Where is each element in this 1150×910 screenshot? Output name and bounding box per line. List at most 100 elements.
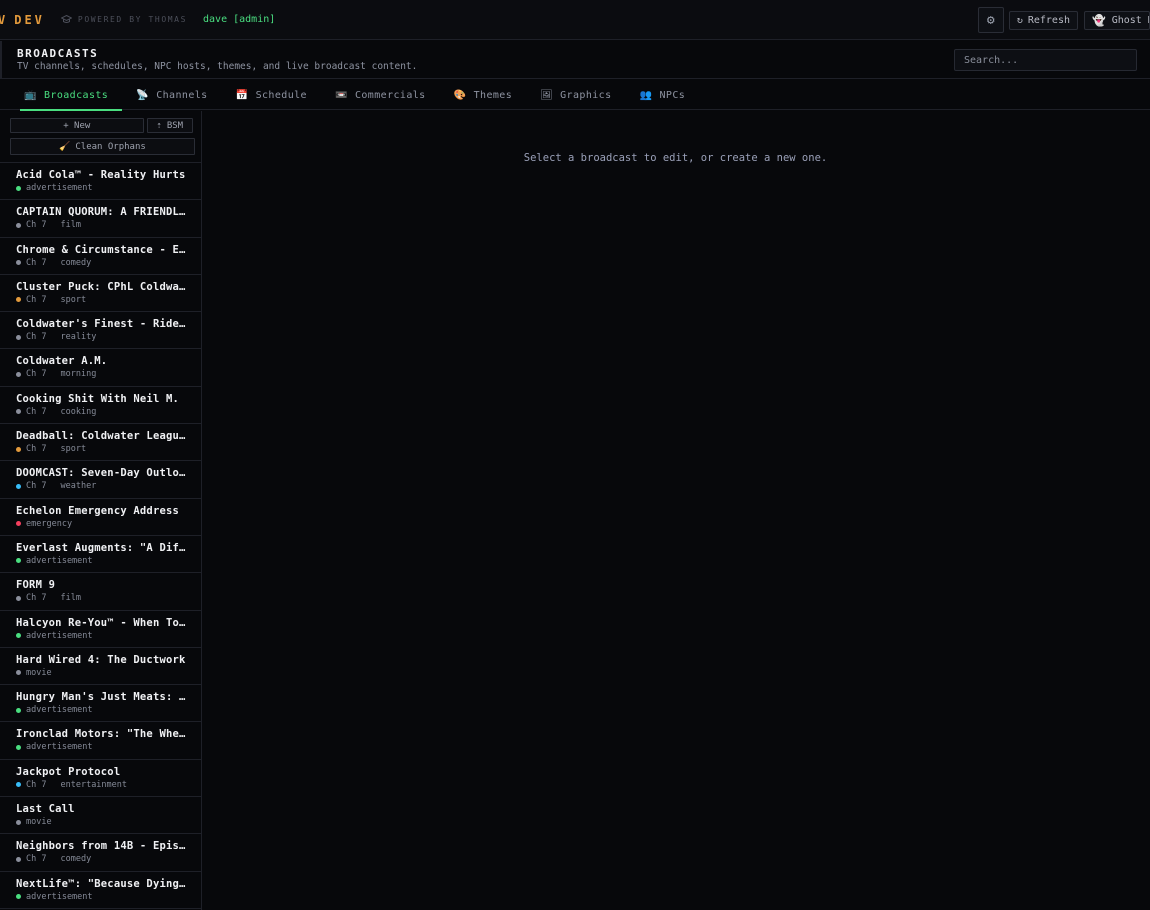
- ghost-mode-button[interactable]: 👻 Ghost M: [1084, 10, 1150, 30]
- broadcast-title: Hard Wired 4: The Ductwork: [16, 653, 186, 666]
- broadcast-genre: movie: [26, 817, 52, 828]
- list-item[interactable]: Hard Wired 4: The Ductwork movie: [0, 648, 201, 686]
- broadcast-channel: Ch 7: [26, 406, 47, 417]
- settings-button[interactable]: ⚙: [977, 7, 1004, 33]
- list-item[interactable]: Chrome & Circumstance - Episode 1Ch 7 com…: [0, 238, 201, 275]
- tab-schedule[interactable]: 📅 Schedule: [222, 80, 321, 110]
- broadcast-genre: movie: [26, 667, 52, 678]
- broadcast-genre: sport: [60, 444, 87, 455]
- new-broadcast-button[interactable]: + New: [10, 118, 144, 133]
- broadcast-channel: Ch 7: [26, 369, 47, 380]
- broadcast-meta: advertisement: [16, 183, 201, 193]
- broadcast-meta: advertisement: [16, 705, 201, 715]
- calendar-icon: 📅: [235, 89, 249, 101]
- powered-by-text: POWERED BY THOMAS: [77, 15, 188, 24]
- broadcast-title: Coldwater A.M.: [16, 355, 108, 368]
- broadcast-genre: advertisement: [26, 891, 93, 902]
- tab-label: Schedule: [255, 89, 307, 101]
- broadcast-genre: emergency: [26, 518, 73, 529]
- tab-npcs[interactable]: 👥 NPCs: [626, 80, 700, 110]
- list-item[interactable]: Neighbors from 14B - Episode 2Ch 7 comedy: [0, 834, 201, 872]
- broadcast-genre: advertisement: [26, 705, 93, 716]
- status-dot: [16, 894, 21, 900]
- list-item[interactable]: Coldwater's Finest - Ride AlongCh 7 reali…: [0, 312, 201, 350]
- broadcast-title: Chrome & Circumstance - Episode 1: [16, 243, 188, 256]
- status-dot: [16, 707, 21, 713]
- broadcast-meta: Ch 7 comedy: [16, 854, 201, 864]
- tab-label: Graphics: [560, 89, 612, 101]
- broadcast-genre: cooking: [60, 406, 97, 417]
- list-item[interactable]: Ironclad Motors: "The Wheel" advertisemen…: [0, 722, 201, 760]
- status-dot: [16, 185, 21, 191]
- broadcast-meta: Ch 7 film: [16, 593, 201, 603]
- broadcast-title: Cluster Puck: CPhL Coldwater Finals: [16, 280, 188, 293]
- brand-logo[interactable]: V DEV: [0, 13, 45, 27]
- tab-label: Commercials: [354, 89, 426, 101]
- status-dot: [16, 595, 21, 601]
- broadcast-channel: Ch 7: [26, 593, 47, 604]
- broadcast-title: Hungry Man's Just Meats: Real Meat: [16, 691, 188, 704]
- powered-by: POWERED BY THOMAS: [60, 15, 188, 24]
- broadcast-meta: movie: [16, 668, 201, 678]
- broadcast-meta: Ch 7 weather: [16, 481, 201, 491]
- tab-themes[interactable]: 🎨 Themes: [440, 80, 527, 110]
- list-item[interactable]: FORM 9 Ch 7 film: [0, 573, 201, 611]
- broadcast-genre: comedy: [60, 854, 92, 865]
- broadcast-channel: Ch 7: [26, 220, 47, 231]
- broadcast-title: Deadball: Coldwater League Night: [16, 430, 188, 443]
- tab-graphics[interactable]: 🖼 Graphics: [526, 80, 625, 110]
- list-item[interactable]: Deadball: Coldwater League NightCh 7 spor…: [0, 424, 201, 462]
- ghost-icon: 👻: [1092, 13, 1106, 27]
- status-dot: [16, 222, 21, 228]
- broadcast-meta: Ch 7 sport: [16, 295, 201, 305]
- refresh-button[interactable]: ↻ Refresh: [1008, 10, 1078, 30]
- list-item[interactable]: Everlast Augments: "A Different You"adve…: [0, 536, 201, 574]
- list-item[interactable]: CAPTAIN QUORUM: A FRIENDLY REMINDERCh 7 f…: [0, 200, 201, 238]
- current-user: dave [admin]: [203, 14, 276, 25]
- broadcast-channel: Ch 7: [26, 257, 47, 268]
- tv-icon: 📺: [24, 89, 37, 101]
- search-input[interactable]: [954, 49, 1137, 71]
- bsm-button[interactable]: ⇡ BSM: [146, 118, 193, 133]
- list-item[interactable]: Cluster Puck: CPhL Coldwater Finals Ch 7 s…: [0, 275, 201, 313]
- refresh-label: Refresh: [1027, 14, 1070, 26]
- list-item[interactable]: Last Call movie: [0, 797, 201, 835]
- broadcast-title: Everlast Augments: "A Different You": [16, 541, 188, 554]
- broadcast-meta: Ch 7 film: [16, 220, 201, 230]
- list-item[interactable]: Jackpot Protocol Ch 7 entertainment: [0, 760, 201, 798]
- broadcast-meta: Ch 7 morning: [16, 369, 201, 379]
- list-item[interactable]: Echelon Emergency Address emergency: [0, 499, 201, 536]
- tab-broadcasts[interactable]: 📺 Broadcasts: [10, 80, 123, 111]
- broadcast-genre: film: [60, 220, 81, 231]
- graduation-cap-icon: [60, 15, 72, 23]
- tab-commercials[interactable]: 📼 Commercials: [321, 80, 440, 110]
- tab-label: Themes: [473, 89, 513, 101]
- clean-orphans-label: Clean Orphans: [75, 141, 146, 152]
- tab-label: Broadcasts: [44, 89, 109, 101]
- list-item[interactable]: Acid Cola™ - Reality Hurts advertisement: [0, 163, 201, 201]
- list-item[interactable]: NextLife™: "Because Dying Is Optional"ad…: [0, 872, 201, 909]
- videotape-icon: 📼: [334, 89, 348, 101]
- tab-channels[interactable]: 📡 Channels: [122, 80, 221, 110]
- broadcast-channel: Ch 7: [26, 444, 47, 455]
- broadcast-genre: advertisement: [26, 630, 93, 641]
- broadcast-sidebar: + New ⇡ BSM 🧹 Clean Orphans Acid Cola™ -…: [0, 111, 202, 910]
- list-item[interactable]: Cooking Shit With Neil M. Ch 7 cooking: [0, 387, 201, 425]
- broadcast-meta: advertisement: [16, 742, 201, 752]
- broadcast-title: Coldwater's Finest - Ride Along: [16, 318, 188, 331]
- list-item[interactable]: DOOMCAST: Seven-Day Outlook Ch 7 weather: [0, 461, 201, 499]
- list-item[interactable]: Halcyon Re-You™ - When Tomorrow Comesadv…: [0, 611, 201, 648]
- clean-orphans-button[interactable]: 🧹 Clean Orphans: [10, 138, 195, 155]
- broadcast-meta: advertisement: [16, 892, 201, 902]
- picture-icon: 🖼: [540, 89, 554, 101]
- broadcast-title: Last Call: [16, 803, 75, 816]
- broadcast-title: Acid Cola™ - Reality Hurts: [16, 169, 186, 181]
- broadcast-title: Neighbors from 14B - Episode 2: [16, 840, 188, 853]
- broadcast-meta: Ch 7 entertainment: [16, 780, 201, 790]
- broadcast-channel: Ch 7: [26, 294, 47, 305]
- broadcast-genre: comedy: [60, 257, 92, 268]
- upload-icon: ⇡: [156, 120, 162, 131]
- list-item[interactable]: Coldwater A.M. Ch 7 morning: [0, 349, 201, 387]
- status-dot: [16, 260, 21, 266]
- list-item[interactable]: Hungry Man's Just Meats: Real Meatadvert…: [0, 685, 201, 723]
